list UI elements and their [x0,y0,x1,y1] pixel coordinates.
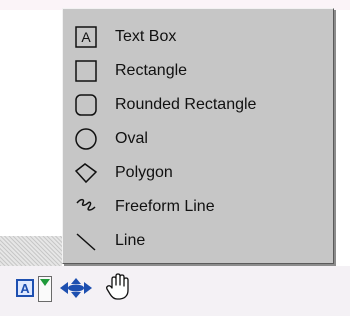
menu-item-label: Freeform Line [115,198,215,215]
drawing-toolbar: A [0,266,350,316]
menu-item-label: Rectangle [115,62,188,79]
line-icon [71,226,101,256]
menu-item-label: Rounded Rectangle [115,96,257,113]
oval-icon [71,124,101,154]
text-tool-glyph: A [20,280,30,296]
menu-item-freeform-line[interactable]: Freeform Line [71,191,326,223]
hand-icon [106,273,129,300]
text-tool-button[interactable]: A [16,279,34,297]
text-box-icon: A [71,22,101,52]
shape-dropdown-button[interactable] [38,276,52,302]
menu-item-rounded-rectangle[interactable]: Rounded Rectangle [71,89,326,121]
freeform-line-icon [71,192,101,222]
menu-item-label: Line [115,232,146,249]
menu-item-text-box[interactable]: A Text Box [71,21,326,53]
menu-item-line[interactable]: Line [71,225,326,257]
svg-text:A: A [81,29,91,45]
menu-item-label: Polygon [115,164,173,181]
menu-item-label: Oval [115,130,148,147]
menu-item-label: Text Box [115,28,177,45]
screen: A Text Box Rectangle Rounded Rectangle O… [0,0,350,316]
rounded-rectangle-icon [71,90,101,120]
menu-item-polygon[interactable]: Polygon [71,157,326,189]
hatched-area [0,236,62,266]
rectangle-icon [71,56,101,86]
move-arrows-icon [60,278,92,298]
move-tool-button[interactable] [58,277,94,304]
polygon-icon [71,158,101,188]
menu-item-rectangle[interactable]: Rectangle [71,55,326,87]
menu-item-oval[interactable]: Oval [71,123,326,155]
pan-tool-button[interactable] [104,272,132,307]
shape-tool-menu: A Text Box Rectangle Rounded Rectangle O… [62,8,334,264]
chevron-down-icon [40,279,50,286]
